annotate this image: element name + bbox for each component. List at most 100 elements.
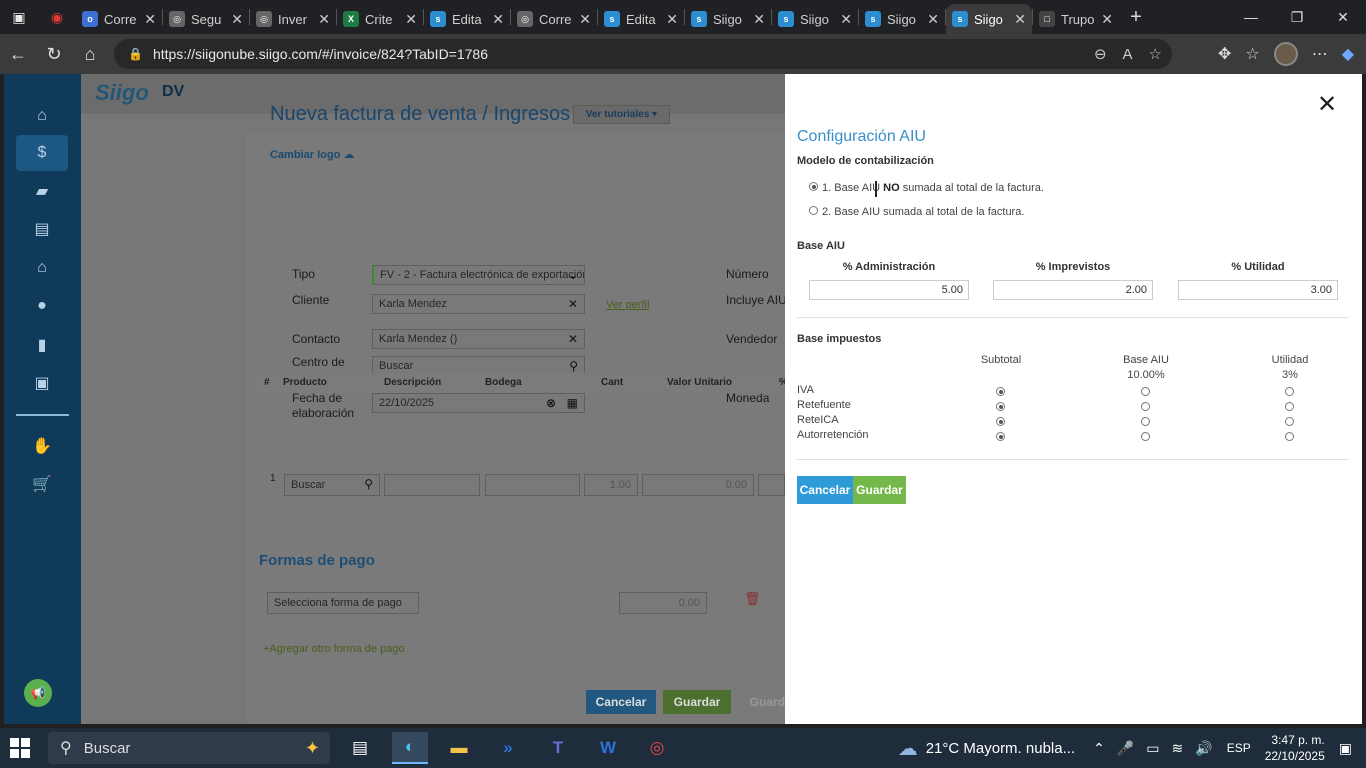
change-logo-link[interactable]: Cambiar logo ☁ [270,148,354,161]
close-icon[interactable]: ✕ [1317,90,1337,119]
favorite-star-icon[interactable]: ☆ [1149,45,1162,63]
close-window-icon[interactable]: ✕ [1320,0,1366,34]
autorretencion-base-aiu-radio[interactable] [1141,432,1150,441]
tutorials-button[interactable]: Ver tutoriales ▾ [573,105,670,124]
clear-date-icon[interactable]: ⊗ [546,396,556,410]
browser-tab[interactable]: s Edita ✕ [424,4,510,34]
zoom-icon[interactable]: ⊖ [1094,45,1107,63]
payment-method-select[interactable]: Selecciona forma de pago [267,592,419,614]
sales-nav-icon[interactable]: $ [16,135,68,171]
form-save-more-button[interactable]: Guard [738,690,785,714]
browser-tab[interactable]: ◎ Corre ✕ [511,4,597,34]
tab-close-icon[interactable]: ✕ [927,11,939,28]
form-save-button[interactable]: Guardar [663,690,731,714]
calendar-icon[interactable]: ▦ [567,396,578,410]
minimize-icon[interactable]: — [1228,0,1274,34]
producto-field[interactable]: Buscar ⚲ [284,474,380,496]
favorites-icon[interactable]: ☆ [1245,44,1259,64]
taskbar-search[interactable]: ⚲ Buscar ✦ [48,732,330,764]
tab-close-icon[interactable]: ✕ [579,11,591,28]
pct-field[interactable] [758,474,785,496]
new-tab-icon[interactable]: + [1119,6,1153,29]
utilidad-input[interactable]: 3.00 [1178,280,1338,300]
search-icon[interactable]: ⚲ [569,359,578,373]
cant-field[interactable]: 1.00 [584,474,638,496]
task-view-icon[interactable]: ▤ [342,732,378,764]
reload-icon[interactable]: ↻ [36,34,72,74]
payment-value-field[interactable]: 0.00 [619,592,707,614]
tab-close-icon[interactable]: ✕ [840,11,852,28]
profile-avatar[interactable] [1273,42,1298,66]
tasks-nav-icon[interactable]: ▣ [30,371,54,395]
fecha-field[interactable]: 22/10/2025 ⊗ ▦ [372,393,585,413]
browser-tab[interactable]: s Edita ✕ [598,4,684,34]
file-explorer-icon[interactable]: ▬ [441,732,477,764]
iva-base-aiu-radio[interactable] [1141,387,1150,396]
retefuente-subtotal-radio[interactable] [996,402,1005,411]
browser-tab[interactable]: s Siigo ✕ [772,4,858,34]
tipo-select[interactable]: FV - 2 - Factura electrónica de exportac… [372,265,585,285]
volume-icon[interactable]: 🔊 [1195,740,1212,757]
reteica-subtotal-radio[interactable] [996,417,1005,426]
imprevistos-input[interactable]: 2.00 [993,280,1153,300]
tab-close-icon[interactable]: ✕ [231,11,243,28]
reteica-utilidad-radio[interactable] [1285,417,1294,426]
home-icon[interactable]: ⌂ [72,34,108,74]
browser-tab[interactable]: s Siigo ✕ [685,4,771,34]
tab-close-icon[interactable]: ✕ [1101,11,1113,28]
home-nav-icon[interactable]: ⌂ [30,104,54,128]
more-menu-icon[interactable]: ⋯ [1312,44,1328,64]
iva-utilidad-radio[interactable] [1285,387,1294,396]
contacts-nav-icon[interactable]: ● [30,294,54,318]
bodega-field[interactable] [485,474,580,496]
browser-tab[interactable]: □ Trupo ✕ [1033,4,1119,34]
option2-radio[interactable] [809,206,818,215]
retefuente-base-aiu-radio[interactable] [1141,402,1150,411]
reteica-base-aiu-radio[interactable] [1141,417,1150,426]
clear-icon[interactable]: ✕ [568,332,578,346]
option2-label[interactable]: 2. Base AIU sumada al total de la factur… [822,206,1024,218]
browser-tab[interactable]: ◎ Segu ✕ [163,4,249,34]
purchases-nav-icon[interactable]: ▰ [30,179,54,203]
bank-nav-icon[interactable]: ⌂ [30,256,54,280]
chevron-up-icon[interactable]: ⌃ [1093,740,1105,757]
clear-icon[interactable]: ✕ [568,297,578,311]
browser-tab[interactable]: s Siigo ✕ [859,4,945,34]
copilot-icon[interactable]: ◆ [1342,44,1354,64]
clock[interactable]: 3:47 p. m. 22/10/2025 [1265,732,1325,764]
documents-nav-icon[interactable]: ▮ [30,333,54,357]
windows-start-icon[interactable] [10,738,30,758]
contacto-field[interactable]: Karla Mendez () ✕ [372,329,585,349]
microphone-icon[interactable]: 🎤 [1117,740,1134,757]
browser-tab[interactable]: s Siigo ✕ [946,4,1032,34]
read-aloud-icon[interactable]: A [1123,46,1133,63]
edge-icon[interactable]: ◐ [392,732,428,764]
option1-label[interactable]: 1. Base AIU NO sumada al total de la fac… [822,182,1044,194]
valor-unitario-field[interactable]: 0.00 [642,474,754,496]
maximize-icon[interactable]: ❐ [1274,0,1320,34]
option1-radio[interactable] [809,182,818,191]
partners-nav-icon[interactable]: ✋ [30,434,54,458]
tab-close-icon[interactable]: ✕ [753,11,765,28]
descripcion-field[interactable] [384,474,480,496]
notifications-icon[interactable]: ▣ [1339,740,1352,757]
teams-icon[interactable]: T [540,732,576,764]
app-icon[interactable]: » [490,732,526,764]
form-cancel-button[interactable]: Cancelar [586,690,656,714]
iva-subtotal-radio[interactable] [996,387,1005,396]
window-menu-icon[interactable]: ▣ [0,0,38,34]
weather-text[interactable]: 21°C Mayorm. nubla... [926,740,1075,757]
network-icon[interactable]: ▭ [1146,740,1159,757]
tab-close-icon[interactable]: ✕ [1014,11,1026,28]
search-icon[interactable]: ⚲ [364,477,373,491]
browser-tab[interactable]: o Corre ✕ [76,4,162,34]
tab-close-icon[interactable]: ✕ [492,11,504,28]
books-nav-icon[interactable]: ▤ [30,217,54,241]
tab-close-icon[interactable]: ✕ [144,11,156,28]
url-field[interactable]: 🔒 https://siigonube.siigo.com/#/invoice/… [114,39,1172,69]
retefuente-utilidad-radio[interactable] [1285,402,1294,411]
announcements-icon[interactable]: 📢 [24,679,52,707]
save-button[interactable]: Guardar [853,476,906,504]
browser-tab[interactable]: X Crite ✕ [337,4,423,34]
back-icon[interactable]: ← [0,34,36,74]
